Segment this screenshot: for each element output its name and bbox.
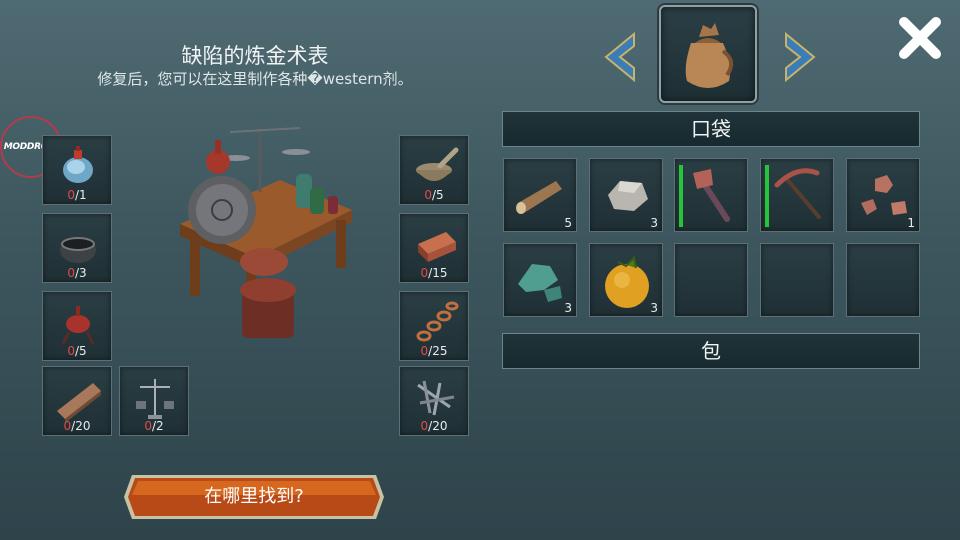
station-title: 缺陷的炼金术表 bbox=[181, 44, 329, 68]
inventory-slot-stone[interactable]: 3 bbox=[589, 158, 663, 232]
recipe-slot-nails[interactable]: 0/20 bbox=[399, 366, 469, 436]
pocket-header: 口袋 bbox=[502, 111, 920, 147]
recipe-slot-iron-pot[interactable]: 0/3 bbox=[42, 213, 112, 283]
recipe-slot-scales[interactable]: 0/2 bbox=[119, 366, 189, 436]
recipe-requirement: 0/2 bbox=[144, 419, 164, 433]
inventory-slot-copper-ore[interactable]: 1 bbox=[846, 158, 920, 232]
recipe-requirement: 0/25 bbox=[420, 344, 448, 358]
chevron-right-icon bbox=[785, 31, 816, 83]
inventory-slot-empty[interactable] bbox=[760, 243, 834, 317]
recipe-slot-copper-ingot[interactable]: 0/15 bbox=[399, 213, 469, 283]
recipe-slot-copper-chain[interactable]: 0/25 bbox=[399, 291, 469, 361]
item-quantity: 1 bbox=[907, 216, 915, 230]
station-subtitle: 修复后，您可以在这里制作各种�western剂。 bbox=[97, 70, 413, 88]
inventory-slot-pickaxe[interactable] bbox=[760, 158, 834, 232]
recipe-requirement: 0/1 bbox=[67, 188, 87, 202]
inventory-slot-orange-fruit[interactable]: 3 bbox=[589, 243, 663, 317]
recipe-requirement: 0/20 bbox=[63, 419, 91, 433]
item-quantity: 5 bbox=[564, 216, 572, 230]
item-quantity: 3 bbox=[564, 301, 572, 315]
recipe-requirement: 0/5 bbox=[424, 188, 444, 202]
item-quantity: 3 bbox=[650, 216, 658, 230]
close-icon bbox=[899, 17, 941, 59]
item-quantity: 3 bbox=[650, 301, 658, 315]
inventory-slot-empty[interactable] bbox=[846, 243, 920, 317]
bag-header: 包 bbox=[502, 333, 920, 369]
alchemy-table-illustration bbox=[180, 124, 352, 338]
inventory-slot-stone-axe[interactable] bbox=[674, 158, 748, 232]
pouch-icon bbox=[685, 23, 734, 88]
prev-container-button[interactable] bbox=[598, 31, 638, 86]
recipe-slot-blue-potion[interactable]: 0/1 bbox=[42, 135, 112, 205]
recipe-requirement: 0/3 bbox=[67, 266, 87, 280]
where-to-find-label: 在哪里找到? bbox=[204, 486, 304, 507]
recipe-requirement: 0/5 bbox=[67, 344, 87, 358]
inventory-slot-malachite[interactable]: 3 bbox=[503, 243, 577, 317]
recipe-slot-wooden-plank[interactable]: 0/20 bbox=[42, 366, 112, 436]
chevron-left-icon bbox=[604, 31, 635, 83]
recipe-requirement: 0/15 bbox=[420, 266, 448, 280]
inventory-slot-wood-log[interactable]: 5 bbox=[503, 158, 577, 232]
stone-axe-icon bbox=[693, 169, 730, 222]
next-container-button[interactable] bbox=[782, 31, 822, 86]
recipe-slot-alchemy-burner[interactable]: 0/5 bbox=[42, 291, 112, 361]
container-selector[interactable] bbox=[659, 5, 757, 103]
recipe-slot-mortar-pestle[interactable]: 0/5 bbox=[399, 135, 469, 205]
close-button[interactable] bbox=[896, 14, 944, 66]
inventory-slot-empty[interactable] bbox=[674, 243, 748, 317]
recipe-requirement: 0/20 bbox=[420, 419, 448, 433]
pickaxe-icon bbox=[774, 168, 821, 219]
where-to-find-button[interactable]: 在哪里找到? bbox=[122, 473, 386, 521]
